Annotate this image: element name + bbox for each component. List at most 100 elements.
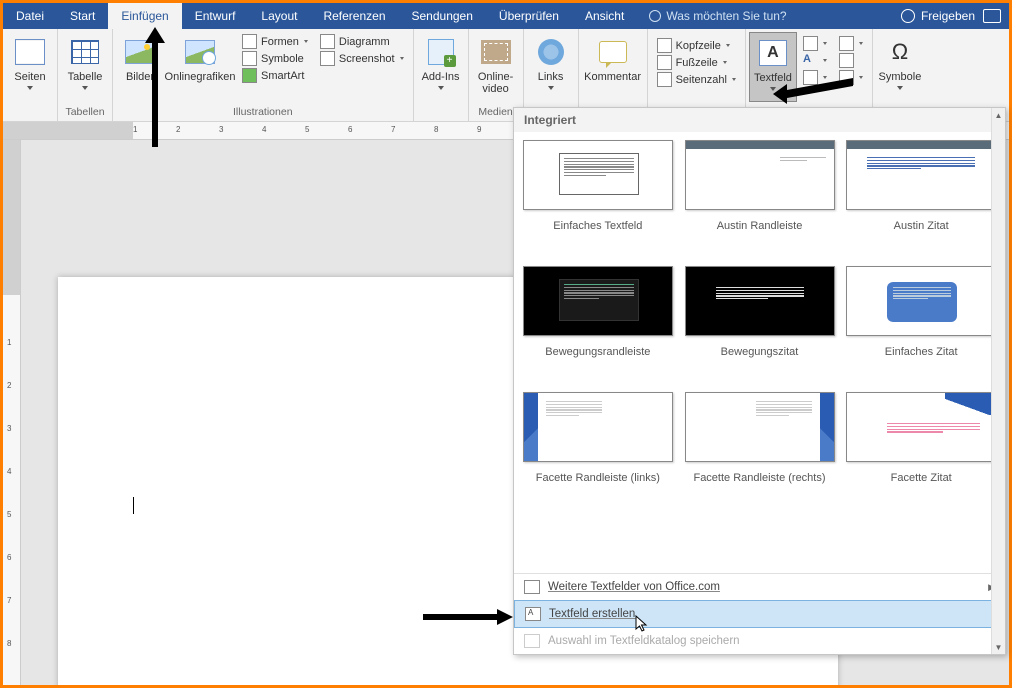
thumb: [523, 266, 673, 336]
tile-simple-quote[interactable]: Einfaches Zitat: [845, 266, 997, 392]
bulb-icon: [649, 10, 661, 22]
footer-button[interactable]: Fußzeile: [657, 55, 736, 70]
annotation-arrow-1: [143, 27, 167, 147]
tile-facet-right[interactable]: Facette Randleiste (rechts): [684, 392, 836, 518]
links-button[interactable]: Links: [527, 32, 575, 102]
group-seiten: Seiten: [3, 29, 58, 121]
textbox-dropdown: Integriert Einfaches Textfeld: [513, 107, 1006, 655]
chevron-down-icon: [859, 76, 863, 79]
textbox-icon: A: [759, 40, 787, 66]
save-to-gallery: Auswahl im Textfeldkatalog speichern: [514, 628, 1005, 654]
menu-referenzen[interactable]: Referenzen: [310, 3, 398, 29]
wordart-icon: A: [803, 53, 818, 68]
screenshot-button[interactable]: Screenshot: [320, 51, 404, 66]
share-icon: [901, 9, 915, 23]
chevron-down-icon: [823, 59, 827, 62]
footer-icon: [657, 55, 672, 70]
dropdown-footer: Weitere Textfelder von Office.com ▶ A Te…: [514, 573, 1005, 654]
addins-icon: [428, 39, 454, 65]
comments-button[interactable]: [983, 3, 1009, 29]
smartart-button[interactable]: SmartArt: [242, 68, 308, 83]
wordart-button[interactable]: A: [803, 53, 827, 68]
online-pictures-button[interactable]: Onlinegrafiken: [164, 32, 236, 102]
pages-button[interactable]: Seiten: [6, 32, 54, 102]
dropdown-header: Integriert: [514, 108, 1005, 132]
table-button[interactable]: Tabelle: [61, 32, 109, 102]
menu-layout[interactable]: Layout: [248, 3, 310, 29]
page-number-button[interactable]: Seitenzahl: [657, 72, 736, 87]
chevron-down-icon: [548, 86, 554, 90]
chevron-down-icon: [726, 44, 730, 47]
chevron-down-icon: [400, 57, 404, 60]
dropdown-scrollbar[interactable]: ▲ ▼: [991, 108, 1005, 654]
chart-button[interactable]: Diagramm: [320, 34, 404, 49]
chevron-down-icon: [438, 86, 444, 90]
tile-facet-left[interactable]: Facette Randleiste (links): [522, 392, 674, 518]
header-button[interactable]: Kopfzeile: [657, 38, 736, 53]
thumb: [523, 392, 673, 462]
icons-icon: [242, 51, 257, 66]
comment-bubble-icon: [599, 41, 627, 63]
thumb: [846, 140, 996, 210]
tile-simple-textbox[interactable]: Einfaches Textfeld: [522, 140, 674, 266]
symbols-button[interactable]: Ω Symbole: [876, 32, 924, 102]
dropdown-gallery: Einfaches Textfeld Austin Randleiste Aus…: [514, 132, 1005, 573]
links-icon: [538, 39, 564, 65]
shapes-icon: [242, 34, 257, 49]
draw-textbox[interactable]: A Textfeld erstellen: [514, 600, 1005, 628]
annotation-arrow-2: [773, 70, 853, 110]
tile-motion-quote[interactable]: Bewegungszitat: [684, 266, 836, 392]
menu-ueberpruefen[interactable]: Überprüfen: [486, 3, 572, 29]
menu-start[interactable]: Start: [57, 3, 108, 29]
group-addins: Add-Ins: [414, 29, 469, 121]
addins-button[interactable]: Add-Ins: [417, 32, 465, 102]
menu-datei[interactable]: Datei: [3, 3, 57, 29]
scroll-up-icon[interactable]: ▲: [992, 108, 1005, 122]
chevron-down-icon: [732, 78, 736, 81]
tile-austin-margin[interactable]: Austin Randleiste: [684, 140, 836, 266]
tell-me[interactable]: Was möchten Sie tun?: [637, 3, 798, 29]
datetime-button[interactable]: [839, 53, 863, 68]
thumb: [685, 392, 835, 462]
tell-me-text: Was möchten Sie tun?: [666, 9, 786, 23]
thumb: [846, 266, 996, 336]
scroll-down-icon[interactable]: ▼: [992, 640, 1005, 654]
screenshot-icon: [320, 51, 335, 66]
share-button[interactable]: Freigeben: [901, 3, 983, 29]
comment-button[interactable]: Kommentar: [582, 32, 644, 102]
menubar: Datei Start Einfügen Entwurf Layout Refe…: [3, 3, 1009, 29]
header-icon: [657, 38, 672, 53]
group-tabellen: Tabelle Tabellen: [58, 29, 113, 121]
menu-ansicht[interactable]: Ansicht: [572, 3, 637, 29]
signature-button[interactable]: [839, 36, 863, 51]
mouse-cursor-icon: [635, 615, 649, 633]
more-from-office[interactable]: Weitere Textfelder von Office.com ▶: [514, 574, 1005, 600]
icons-button[interactable]: Symbole: [242, 51, 308, 66]
pages-icon: [15, 39, 45, 65]
page-number-icon: [657, 72, 672, 87]
quickparts-button[interactable]: [803, 36, 827, 51]
thumb: [685, 266, 835, 336]
thumb: [685, 140, 835, 210]
menu-sendungen[interactable]: Sendungen: [399, 3, 486, 29]
tile-facet-quote[interactable]: Facette Zitat: [845, 392, 997, 518]
app-window: Datei Start Einfügen Entwurf Layout Refe…: [3, 3, 1009, 685]
chevron-down-icon: [823, 42, 827, 45]
ruler-vertical[interactable]: 12345678: [3, 140, 21, 685]
chevron-down-icon: [82, 86, 88, 90]
datetime-icon: [839, 53, 854, 68]
share-label: Freigeben: [921, 9, 975, 23]
online-video-button[interactable]: Online-video: [472, 32, 520, 102]
chart-icon: [320, 34, 335, 49]
annotation-arrow-3: [423, 607, 513, 627]
table-icon: [71, 40, 99, 64]
shapes-button[interactable]: Formen: [242, 34, 308, 49]
menu-einfuegen[interactable]: Einfügen: [108, 3, 181, 29]
smartart-icon: [242, 68, 257, 83]
comment-icon: [983, 9, 1001, 23]
chevron-down-icon: [304, 40, 308, 43]
menu-entwurf[interactable]: Entwurf: [182, 3, 249, 29]
tile-austin-quote[interactable]: Austin Zitat: [845, 140, 997, 266]
video-icon: [481, 40, 511, 64]
tile-motion-margin[interactable]: Bewegungsrandleiste: [522, 266, 674, 392]
